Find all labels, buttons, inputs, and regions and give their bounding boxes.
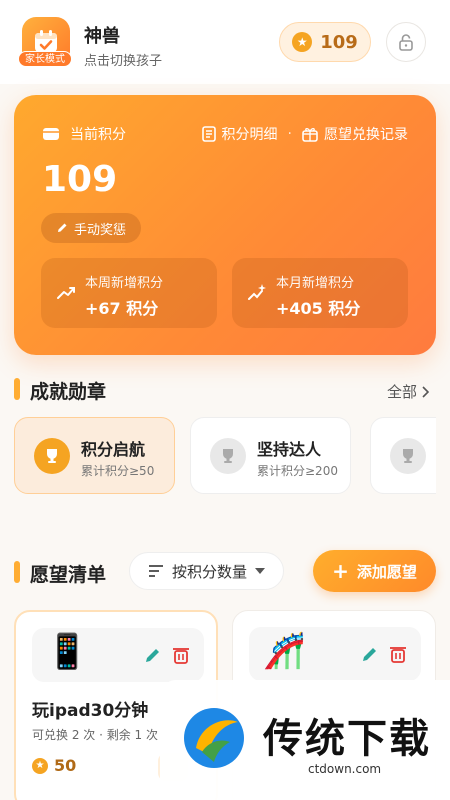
badge-desc: 累计积分≥50 xyxy=(81,464,155,478)
watermark-url: ctdown.com xyxy=(308,762,382,776)
manual-reward-label: 手动奖惩 xyxy=(73,222,126,238)
current-points-label: 当前积分 xyxy=(42,124,126,144)
wallet-icon xyxy=(43,128,59,140)
trophy-icon xyxy=(390,438,426,474)
roller-coaster-icon: 🎢 xyxy=(263,631,306,671)
star-coin-icon: ★ xyxy=(32,757,48,774)
link-separator: · xyxy=(287,126,292,142)
weekly-points-value: +67 积分 xyxy=(85,299,159,318)
switch-child-hint[interactable]: 点击切换孩子 xyxy=(84,50,162,69)
monthly-points-box: 本月新增积分 +405 积分 xyxy=(232,258,408,328)
pencil-icon xyxy=(57,223,67,232)
wish-card-header: 📱 xyxy=(32,628,204,682)
add-wish-button[interactable]: + 添加愿望 xyxy=(313,550,436,592)
sort-label: 按积分数量 xyxy=(171,562,247,581)
monthly-points-title: 本月新增积分 xyxy=(276,276,355,291)
trash-icon[interactable] xyxy=(387,643,409,665)
trophy-icon xyxy=(34,438,70,474)
points-detail-link[interactable]: 积分明细 xyxy=(201,124,278,144)
wishlist-title: 愿望清单 xyxy=(30,564,107,586)
wishlist-accent-bar xyxy=(14,561,20,583)
parent-mode-badge: 家长模式 xyxy=(18,51,72,67)
child-name[interactable]: 神兽 xyxy=(84,22,120,48)
header-points-value: 109 xyxy=(320,31,358,53)
watermark: 传统下载 ctdown.com xyxy=(160,680,450,800)
manual-reward-button[interactable]: 手动奖惩 xyxy=(41,213,141,243)
wish-cost-value: 50 xyxy=(54,756,77,775)
add-wish-label: 添加愿望 xyxy=(356,562,417,581)
badge-card[interactable]: 积分启航 累计积分≥50 xyxy=(14,417,175,494)
wish-redeem-log-link[interactable]: 愿望兑换记录 xyxy=(302,124,408,144)
achievements-title: 成就勋章 xyxy=(30,381,107,403)
watermark-text: 传统下载 xyxy=(263,716,431,762)
trophy-icon xyxy=(210,438,246,474)
achievements-accent-bar xyxy=(14,378,20,400)
monthly-points-value: +405 积分 xyxy=(276,299,361,318)
current-points-value: 109 xyxy=(42,159,118,200)
points-card: 当前积分 积分明细 · 愿望兑换记录 109 手动奖惩 本周新增积分 +67 积… xyxy=(14,95,436,355)
chevron-right-icon xyxy=(422,385,430,398)
badge-desc: 累计积分≥200 xyxy=(257,464,338,478)
wish-meta: 可兑换 2 次 · 剩余 1 次 xyxy=(32,728,158,742)
weekly-points-title: 本周新增积分 xyxy=(85,276,164,291)
sort-dropdown[interactable]: 按积分数量 xyxy=(129,552,284,590)
gift-icon xyxy=(302,128,318,142)
document-list-icon xyxy=(201,126,216,142)
sparkle-chart-icon xyxy=(248,284,266,300)
edit-pencil-icon[interactable] xyxy=(359,643,381,665)
lock-button[interactable] xyxy=(386,22,426,62)
badge-card[interactable]: 坚持达人 累计积分≥200 xyxy=(190,417,351,494)
wish-card-header: 🎢 xyxy=(249,627,421,681)
wish-title: 玩ipad30分钟 xyxy=(32,701,149,721)
card-links: 积分明细 · 愿望兑换记录 xyxy=(201,124,408,144)
header-points-pill[interactable]: ★ 109 xyxy=(279,22,371,62)
plus-icon: + xyxy=(332,559,349,583)
trash-icon[interactable] xyxy=(170,644,192,666)
wish-redeem-log-label: 愿望兑换记录 xyxy=(324,127,408,143)
wish-cost: ★ 50 xyxy=(32,756,76,775)
app-header: 家长模式 神兽 点击切换孩子 ★ 109 xyxy=(0,0,450,84)
achievement-badges: 积分启航 累计积分≥50 坚持达人 累计积分≥200 xyxy=(14,417,436,495)
trend-up-icon xyxy=(57,287,75,299)
achievements-see-all[interactable]: 全部 xyxy=(387,381,430,402)
star-coin-icon: ★ xyxy=(292,32,313,52)
points-detail-label: 积分明细 xyxy=(221,127,278,143)
weekly-points-box: 本周新增积分 +67 积分 xyxy=(41,258,217,328)
current-points-text: 当前积分 xyxy=(70,127,126,143)
sort-lines-icon xyxy=(148,565,163,577)
caret-down-icon xyxy=(255,568,265,574)
phone-icon: 📱 xyxy=(46,632,89,672)
badge-card[interactable] xyxy=(370,417,436,494)
watermark-logo-icon xyxy=(184,708,244,768)
unlock-icon xyxy=(399,34,413,51)
see-all-label: 全部 xyxy=(387,383,418,401)
edit-pencil-icon[interactable] xyxy=(142,644,164,666)
badge-name: 积分启航 xyxy=(81,440,146,459)
badge-name: 坚持达人 xyxy=(257,440,322,459)
